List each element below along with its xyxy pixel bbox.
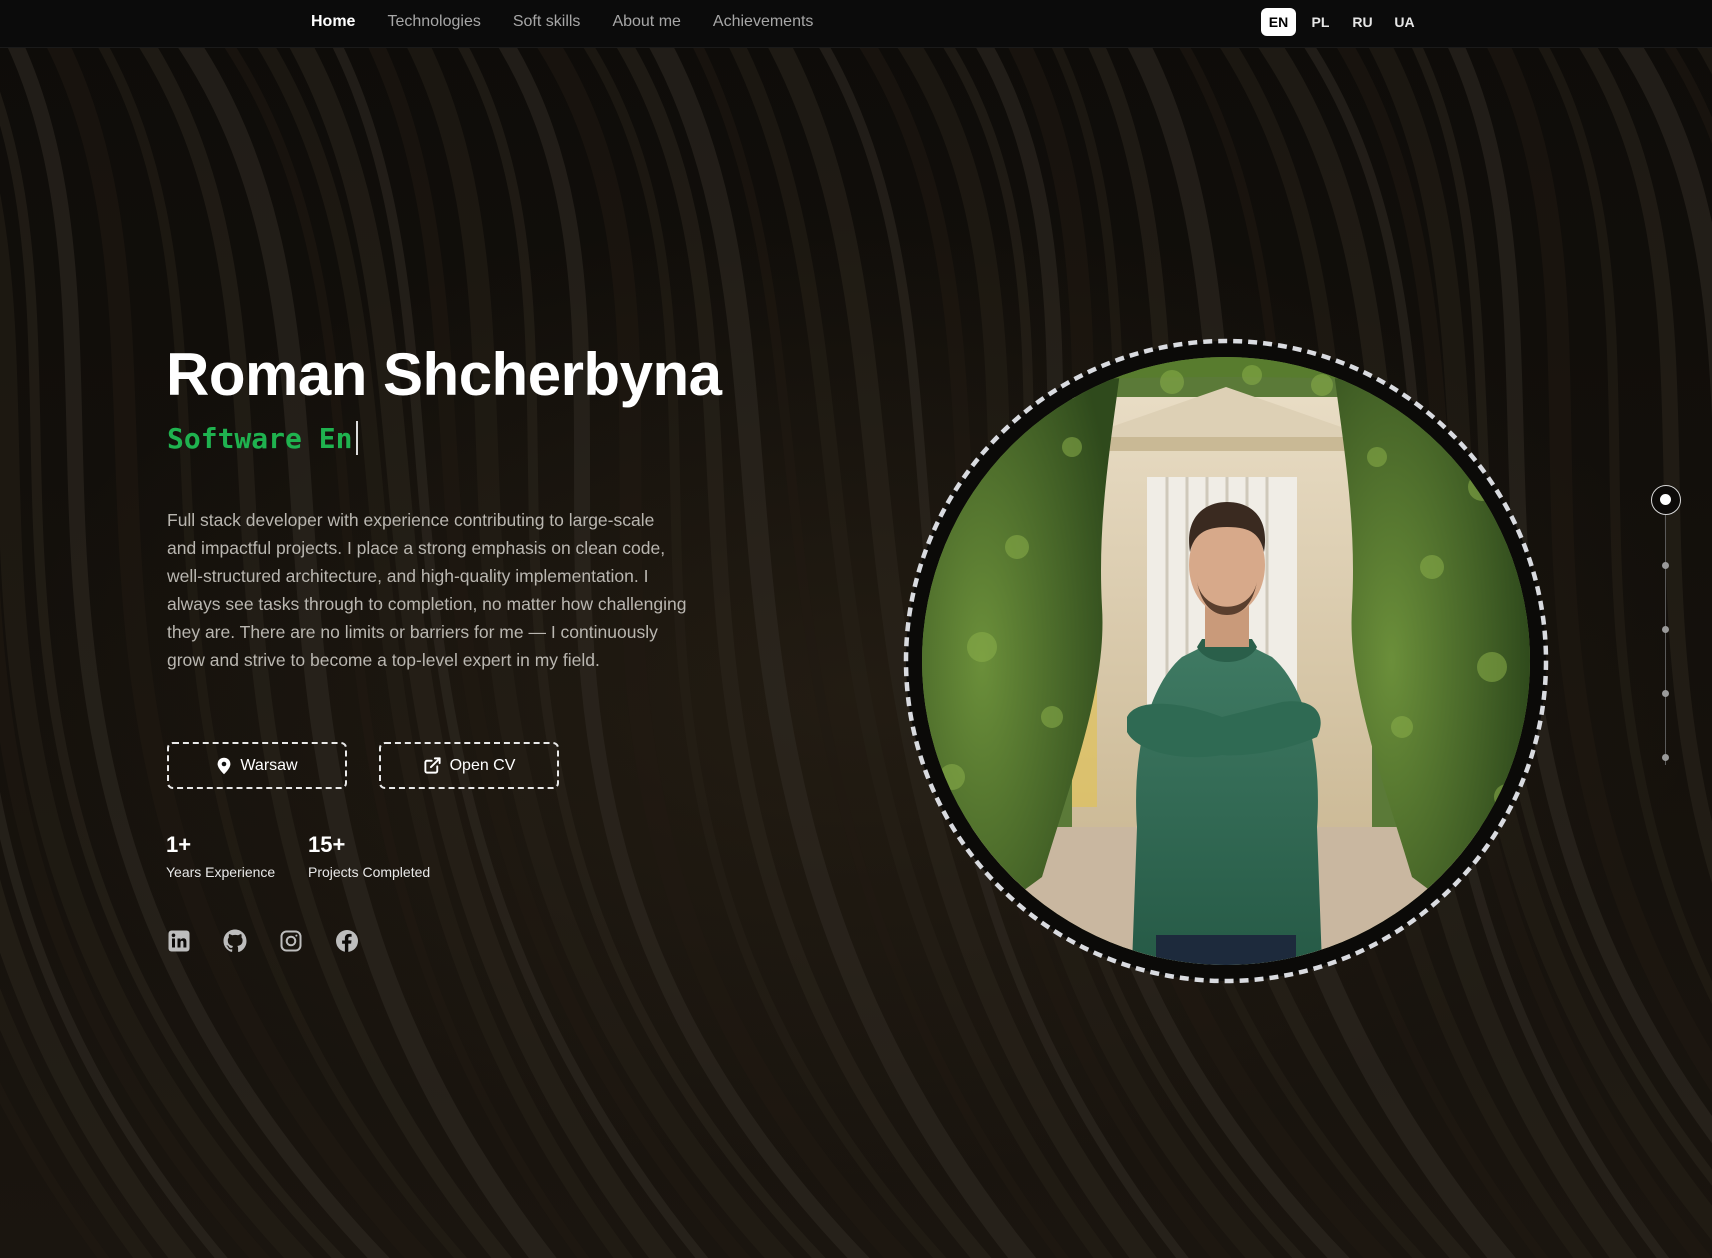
section-indicator xyxy=(1650,480,1682,790)
stat-label: Projects Completed xyxy=(308,864,431,880)
lang-en-button[interactable]: EN xyxy=(1261,8,1296,36)
social-links xyxy=(167,929,359,953)
stat-label: Years Experience xyxy=(166,864,276,880)
nav-about-me[interactable]: About me xyxy=(612,13,680,31)
main-nav: Home Technologies Soft skills About me A… xyxy=(311,0,813,44)
stat-projects: 15+ Projects Completed xyxy=(308,832,430,880)
typing-caret xyxy=(356,421,359,455)
nav-achievements[interactable]: Achievements xyxy=(713,13,814,31)
lang-ua-button[interactable]: UA xyxy=(1387,8,1422,36)
nav-home[interactable]: Home xyxy=(311,13,355,31)
profile-photo xyxy=(922,357,1530,965)
typing-role: Software En xyxy=(167,421,359,455)
location-label: Warsaw xyxy=(240,756,298,774)
stat-value: 15+ xyxy=(308,832,346,857)
lang-ru-button[interactable]: RU xyxy=(1345,8,1380,36)
section-dot-3[interactable] xyxy=(1662,626,1669,633)
location-button[interactable]: Warsaw xyxy=(167,742,347,789)
section-dot-5[interactable] xyxy=(1662,754,1669,761)
section-dot-4[interactable] xyxy=(1662,690,1669,697)
github-icon[interactable] xyxy=(223,929,247,953)
lang-pl-button[interactable]: PL xyxy=(1303,8,1338,36)
top-navbar: Home Technologies Soft skills About me A… xyxy=(0,0,1712,48)
map-pin-icon xyxy=(216,757,232,775)
language-switcher: EN PL RU UA xyxy=(1261,8,1422,36)
nav-soft-skills[interactable]: Soft skills xyxy=(513,13,581,31)
hero-name: Roman Shcherbyna xyxy=(166,341,722,408)
open-cv-button[interactable]: Open CV xyxy=(379,742,559,789)
nav-technologies[interactable]: Technologies xyxy=(387,13,480,31)
linkedin-icon[interactable] xyxy=(167,929,191,953)
portfolio-page: Home Technologies Soft skills About me A… xyxy=(0,0,1712,1258)
open-cv-label: Open CV xyxy=(449,756,516,774)
typing-text: Software En xyxy=(167,421,353,455)
stat-value: 1+ xyxy=(166,832,192,857)
profile-portrait xyxy=(901,336,1551,986)
stat-experience: 1+ Years Experience xyxy=(166,832,275,880)
profile-photo-illustration xyxy=(922,357,1530,965)
section-dot-2[interactable] xyxy=(1662,562,1669,569)
hero-description: Full stack developer with experience con… xyxy=(167,510,687,670)
external-link-icon xyxy=(423,756,442,775)
instagram-icon[interactable] xyxy=(279,929,303,953)
facebook-icon[interactable] xyxy=(335,929,359,953)
section-dot-1[interactable] xyxy=(1651,485,1681,515)
